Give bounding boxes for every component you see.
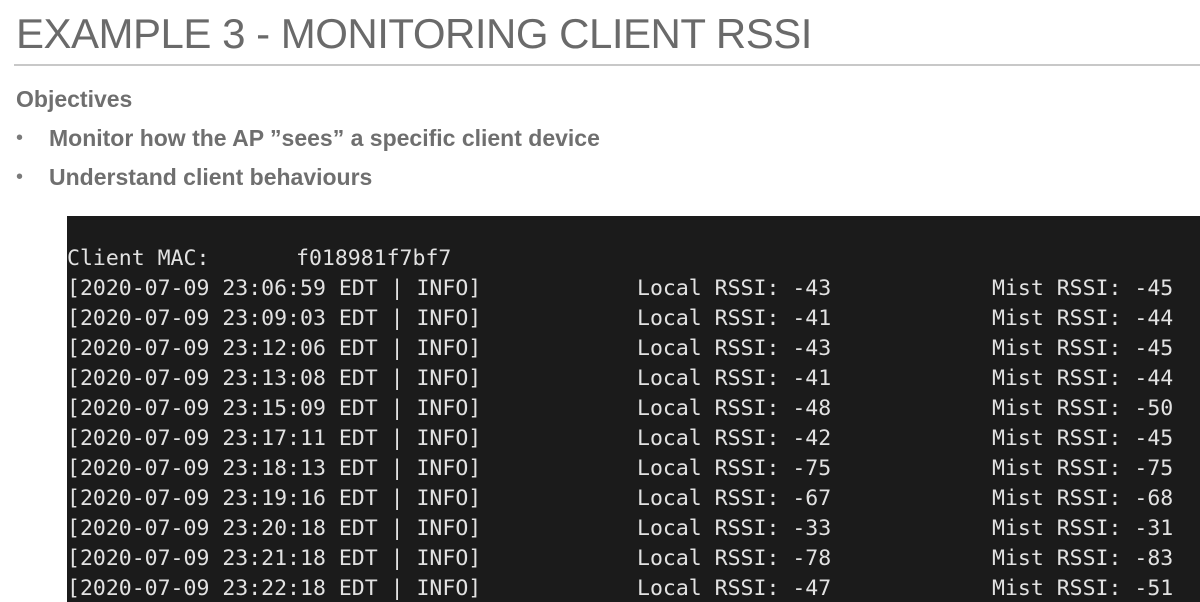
local-rssi: Local RSSI: -41 bbox=[637, 306, 832, 331]
log-timestamp: [2020-07-09 23:21:18 EDT | INFO] bbox=[67, 546, 482, 571]
log-timestamp: [2020-07-09 23:18:13 EDT | INFO] bbox=[67, 456, 482, 481]
mist-rssi: Mist RSSI: -44 bbox=[992, 306, 1174, 331]
bullet-icon: • bbox=[16, 127, 24, 149]
log-timestamp: [2020-07-09 23:19:16 EDT | INFO] bbox=[67, 486, 482, 511]
local-rssi: Local RSSI: -42 bbox=[637, 426, 832, 451]
client-mac-label: Client MAC: bbox=[67, 246, 210, 271]
local-rssi: Local RSSI: -41 bbox=[637, 366, 832, 391]
objective-text: Monitor how the AP ”sees” a specific cli… bbox=[49, 125, 600, 151]
title-divider bbox=[14, 64, 1200, 66]
client-mac-value: f018981f7bf7 bbox=[296, 246, 452, 271]
log-timestamp: [2020-07-09 23:20:18 EDT | INFO] bbox=[67, 516, 482, 541]
slide-title: EXAMPLE 3 - MONITORING CLIENT RSSI bbox=[16, 10, 812, 57]
mist-rssi: Mist RSSI: -50 bbox=[992, 396, 1174, 421]
objectives-heading: Objectives bbox=[16, 86, 133, 112]
objective-text: Understand client behaviours bbox=[49, 164, 373, 190]
log-timestamp: [2020-07-09 23:06:59 EDT | INFO] bbox=[67, 276, 482, 301]
log-timestamp: [2020-07-09 23:09:03 EDT | INFO] bbox=[67, 306, 482, 331]
mist-rssi: Mist RSSI: -45 bbox=[992, 426, 1174, 451]
mist-rssi: Mist RSSI: -45 bbox=[992, 276, 1174, 301]
log-timestamp: [2020-07-09 23:22:18 EDT | INFO] bbox=[67, 576, 482, 601]
slide: EXAMPLE 3 - MONITORING CLIENT RSSI Objec… bbox=[0, 0, 1200, 602]
local-rssi: Local RSSI: -33 bbox=[637, 516, 832, 541]
mist-rssi: Mist RSSI: -83 bbox=[992, 546, 1174, 571]
local-rssi: Local RSSI: -75 bbox=[637, 456, 832, 481]
local-rssi: Local RSSI: -78 bbox=[637, 546, 832, 571]
mist-rssi: Mist RSSI: -51 bbox=[992, 576, 1174, 601]
mist-rssi: Mist RSSI: -68 bbox=[992, 486, 1174, 511]
mist-rssi: Mist RSSI: -44 bbox=[992, 366, 1174, 391]
log-timestamp: [2020-07-09 23:13:08 EDT | INFO] bbox=[67, 366, 482, 391]
log-timestamp: [2020-07-09 23:12:06 EDT | INFO] bbox=[67, 336, 482, 361]
mist-rssi: Mist RSSI: -45 bbox=[992, 336, 1174, 361]
mist-rssi: Mist RSSI: -31 bbox=[992, 516, 1174, 541]
log-timestamp: [2020-07-09 23:15:09 EDT | INFO] bbox=[67, 396, 482, 421]
local-rssi: Local RSSI: -67 bbox=[637, 486, 832, 511]
local-rssi: Local RSSI: -43 bbox=[637, 276, 832, 301]
local-rssi: Local RSSI: -48 bbox=[637, 396, 832, 421]
local-rssi: Local RSSI: -43 bbox=[637, 336, 832, 361]
log-timestamp: [2020-07-09 23:17:11 EDT | INFO] bbox=[67, 426, 482, 451]
mist-rssi: Mist RSSI: -75 bbox=[992, 456, 1174, 481]
bullet-icon: • bbox=[16, 166, 24, 188]
terminal-output: Client MAC: f018981f7bf7 [2020-07-09 23:… bbox=[67, 216, 1200, 602]
local-rssi: Local RSSI: -47 bbox=[637, 576, 832, 601]
